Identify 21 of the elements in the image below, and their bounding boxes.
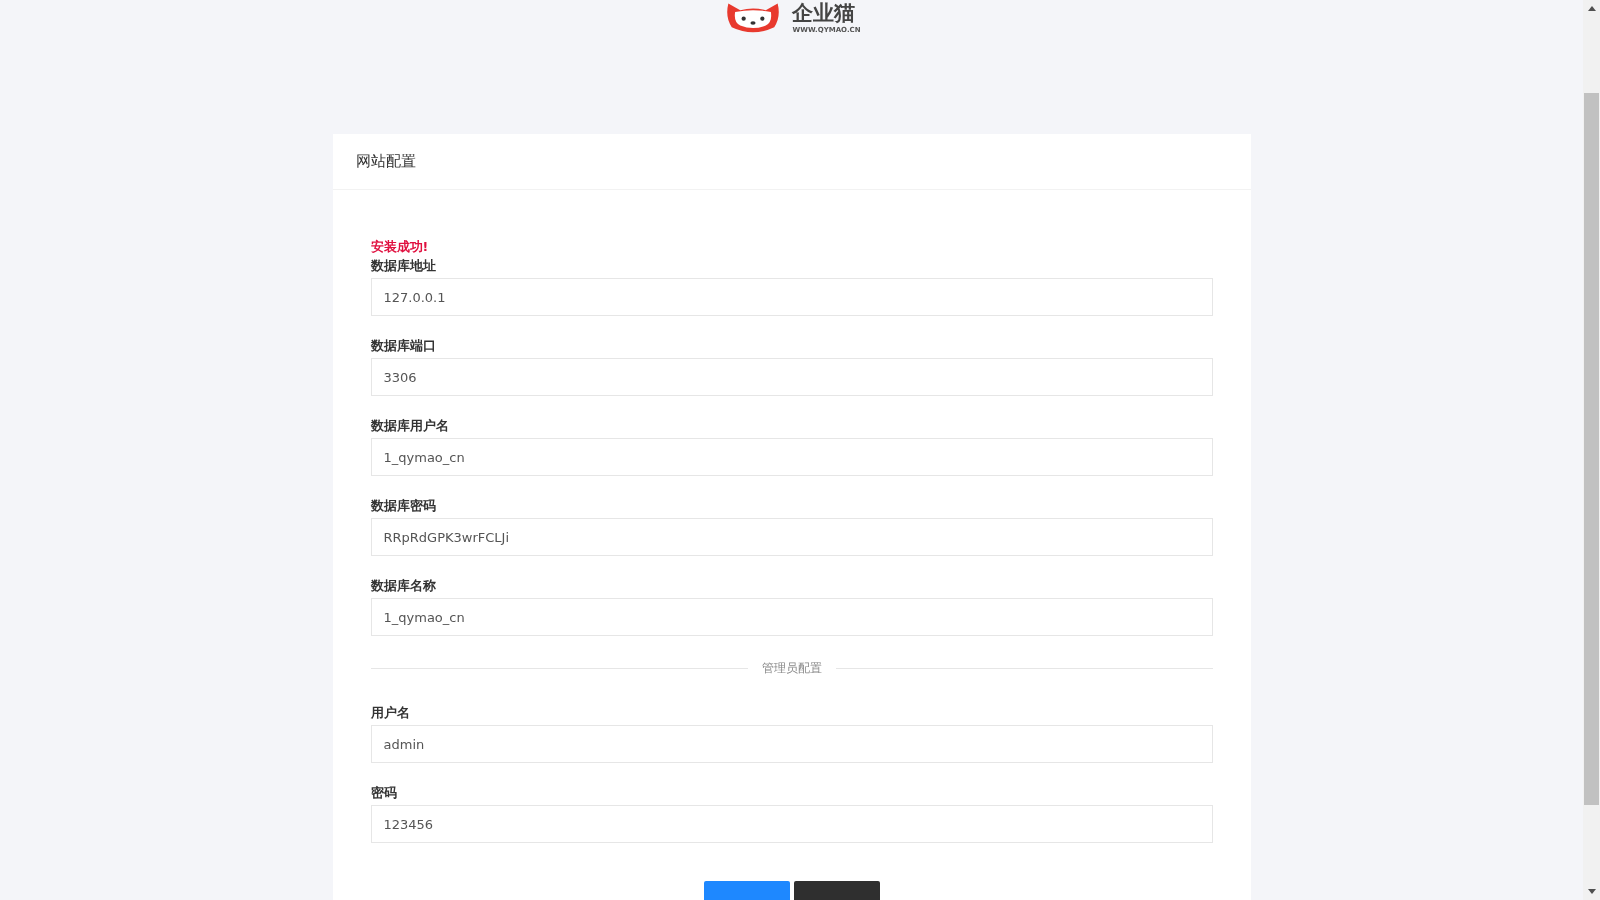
field-label: 数据库端口 bbox=[370, 337, 437, 355]
scrollbar-thumb[interactable] bbox=[1584, 93, 1599, 805]
field-label: 用户名 bbox=[370, 704, 411, 722]
field-label: 数据库地址 bbox=[370, 257, 437, 275]
scroll-down-icon[interactable] bbox=[1587, 889, 1596, 894]
card-title: 网站配置 bbox=[355, 152, 416, 171]
input-field[interactable]: 3306 bbox=[370, 358, 1213, 396]
section-divider-label: 管理员配置 bbox=[761, 660, 822, 677]
field-label: 密码 bbox=[370, 784, 398, 802]
field-label: 数据库用户名 bbox=[370, 417, 450, 435]
field-label: 数据库密码 bbox=[370, 497, 437, 515]
input-field[interactable]: 123456 bbox=[370, 805, 1213, 843]
input-field[interactable]: 127.0.0.1 bbox=[370, 278, 1213, 316]
input-field[interactable]: RRpRdGPK3wrFCLJi bbox=[370, 518, 1213, 556]
scroll-up-icon[interactable] bbox=[1587, 6, 1596, 11]
input-field[interactable]: 1_qymao_cn bbox=[370, 438, 1213, 476]
input-field[interactable]: admin bbox=[370, 725, 1213, 763]
success-message: 安装成功! bbox=[370, 238, 430, 256]
input-field[interactable]: 1_qymao_cn bbox=[370, 598, 1213, 636]
logo-name: 企业猫 bbox=[792, 0, 857, 26]
field-label: 数据库名称 bbox=[370, 577, 437, 595]
